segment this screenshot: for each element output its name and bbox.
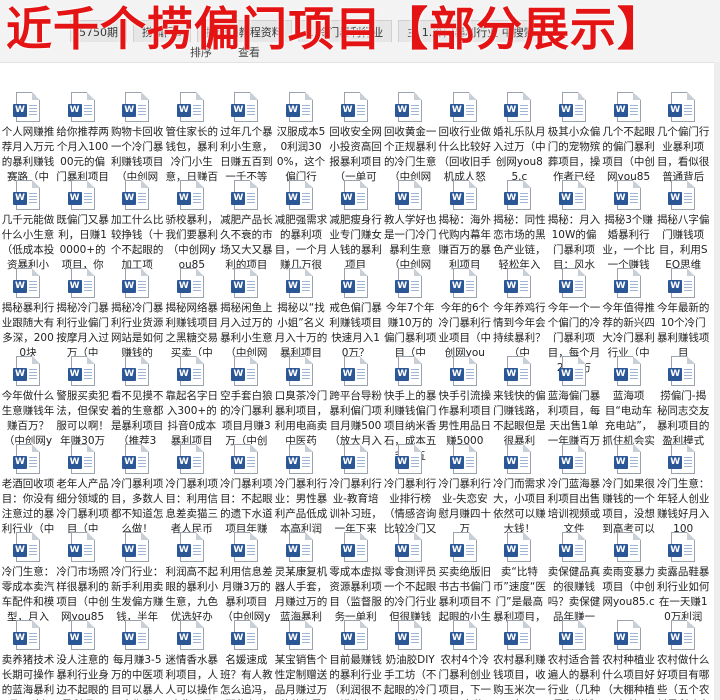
word-document-icon: W xyxy=(449,180,477,210)
word-document-icon: W xyxy=(340,620,368,650)
word-document-icon: W xyxy=(231,356,259,386)
word-document-icon: W xyxy=(176,532,204,562)
word-document-icon: W xyxy=(340,356,368,386)
promo-banner-title: 近千个捞偏门项目【部分展示】 xyxy=(6,2,664,56)
word-document-icon: W xyxy=(449,356,477,386)
word-document-icon: W xyxy=(286,532,313,562)
word-document-icon: W xyxy=(176,444,204,474)
word-document-icon: W xyxy=(613,620,641,650)
word-document-icon: W xyxy=(67,356,95,386)
word-document-icon: W xyxy=(504,356,532,386)
word-document-icon: W xyxy=(449,532,477,562)
word-document-icon: W xyxy=(231,268,259,298)
word-document-icon: W xyxy=(504,92,532,122)
word-document-icon: W xyxy=(286,356,313,386)
word-document-icon: W xyxy=(67,268,95,298)
word-document-icon: W xyxy=(231,444,259,474)
word-document-icon: W xyxy=(668,620,696,650)
word-document-icon: W xyxy=(395,532,423,562)
word-document-icon: W xyxy=(67,444,95,474)
file-name: 农村做什么好项目有哪些（五个农村暴利致富 xyxy=(656,654,710,700)
word-document-icon: W xyxy=(67,180,95,210)
word-document-icon: W xyxy=(176,356,204,386)
word-document-icon: W xyxy=(122,268,150,298)
word-document-icon: W xyxy=(13,356,40,386)
word-document-icon: W xyxy=(286,92,313,122)
word-document-icon: W xyxy=(668,180,696,210)
word-document-icon: W xyxy=(176,620,204,650)
word-document-icon: W xyxy=(176,92,204,122)
word-document-icon: W xyxy=(340,268,368,298)
word-document-icon: W xyxy=(559,180,586,210)
word-document-icon: W xyxy=(122,444,150,474)
word-document-icon: W xyxy=(176,268,204,298)
vertical-scrollbar[interactable] xyxy=(714,62,720,700)
word-document-icon: W xyxy=(13,268,40,298)
word-document-icon: W xyxy=(286,444,313,474)
word-document-icon: W xyxy=(340,444,368,474)
word-document-icon: W xyxy=(231,180,259,210)
word-document-icon: W xyxy=(122,92,150,122)
word-document-icon: W xyxy=(340,532,368,562)
word-document-icon: W xyxy=(122,356,150,386)
word-document-icon: W xyxy=(231,532,259,562)
word-document-icon: W xyxy=(340,92,368,122)
word-document-icon: W xyxy=(122,180,150,210)
word-document-icon: W xyxy=(613,356,641,386)
word-document-icon: W xyxy=(231,92,259,122)
word-document-icon: W xyxy=(67,92,95,122)
word-document-icon: W xyxy=(449,620,477,650)
word-document-icon: W xyxy=(559,620,586,650)
word-document-icon: W xyxy=(668,444,696,474)
word-document-icon: W xyxy=(613,92,641,122)
word-document-icon: W xyxy=(286,620,313,650)
word-document-icon: W xyxy=(13,180,40,210)
word-document-icon: W xyxy=(668,532,696,562)
word-document-icon: W xyxy=(395,92,423,122)
file-item[interactable]: W 农村做什么好项目有哪些（五个农村暴利致富 xyxy=(648,620,718,700)
word-document-icon: W xyxy=(286,180,313,210)
word-document-icon: W xyxy=(559,268,586,298)
word-document-icon: W xyxy=(668,356,696,386)
word-document-icon: W xyxy=(395,356,423,386)
word-document-icon: W xyxy=(395,620,423,650)
word-document-icon: W xyxy=(449,444,477,474)
word-document-icon: W xyxy=(13,444,40,474)
word-document-icon: W xyxy=(613,444,641,474)
file-grid: W 个人网赚推荐月入万元的暴利赚钱赛路（中 W 给你推荐两个月入10000元的偏门暴利… xyxy=(0,62,720,700)
word-document-icon: W xyxy=(559,356,586,386)
word-document-icon: W xyxy=(504,532,532,562)
word-document-icon: W xyxy=(504,444,532,474)
word-document-icon: W xyxy=(449,268,477,298)
word-document-icon: W xyxy=(449,92,477,122)
word-document-icon: W xyxy=(286,268,313,298)
word-document-icon: W xyxy=(559,92,586,122)
word-document-icon: W xyxy=(504,620,532,650)
word-document-icon: W xyxy=(504,268,532,298)
word-document-icon: W xyxy=(559,532,586,562)
word-document-icon: W xyxy=(668,92,696,122)
word-document-icon: W xyxy=(613,532,641,562)
word-document-icon: W xyxy=(395,444,423,474)
word-document-icon: W xyxy=(13,92,40,122)
word-document-icon: W xyxy=(67,532,95,562)
word-document-icon: W xyxy=(395,268,423,298)
word-document-icon: W xyxy=(504,180,532,210)
word-document-icon: W xyxy=(176,180,204,210)
word-document-icon: W xyxy=(122,620,150,650)
word-document-icon: W xyxy=(395,180,423,210)
word-document-icon: W xyxy=(559,444,586,474)
word-document-icon: W xyxy=(668,268,696,298)
word-document-icon: W xyxy=(13,620,40,650)
word-document-icon: W xyxy=(67,620,95,650)
word-document-icon: W xyxy=(13,532,40,562)
word-document-icon: W xyxy=(613,268,641,298)
word-document-icon: W xyxy=(231,620,259,650)
word-document-icon: W xyxy=(340,180,368,210)
word-document-icon: W xyxy=(613,180,641,210)
word-document-icon: W xyxy=(122,532,150,562)
